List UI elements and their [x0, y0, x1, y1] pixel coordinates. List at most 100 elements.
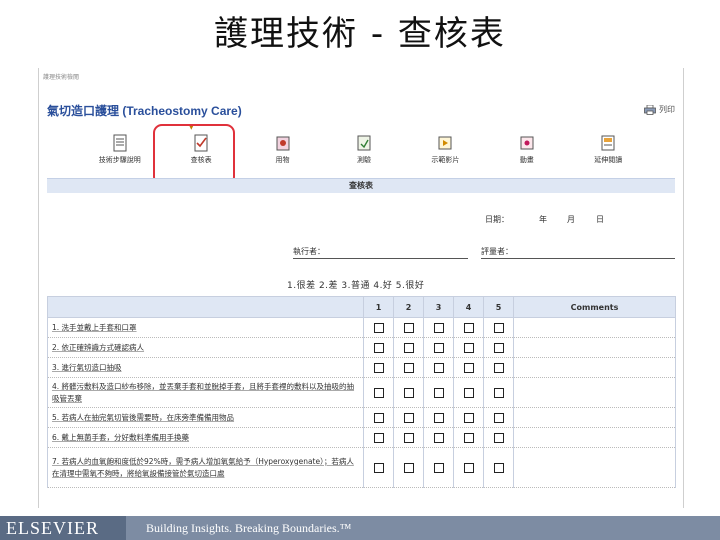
score-checkbox[interactable]	[493, 412, 504, 423]
header-score-3: 3	[423, 296, 454, 318]
score-checkbox[interactable]	[433, 412, 444, 423]
document-icon	[113, 134, 127, 152]
header-score-2: 2	[393, 296, 424, 318]
date-year: 年	[539, 215, 547, 224]
header-score-4: 4	[453, 296, 484, 318]
elsevier-logo: ELSEVIER	[0, 516, 126, 540]
score-checkbox[interactable]	[373, 432, 384, 443]
footer-tagline: Building Insights. Breaking Boundaries.™	[146, 521, 352, 535]
table-row: 1. 洗手並戴上手套和口罩	[47, 317, 676, 338]
table-row: 7. 若病人的血氧飽和度低於92%時，需予病人增加氧氣給予（Hyperoxyge…	[47, 447, 676, 488]
score-checkbox[interactable]	[493, 362, 504, 373]
score-checkbox[interactable]	[373, 412, 384, 423]
score-checkbox[interactable]	[373, 387, 384, 398]
comment-cell[interactable]	[513, 377, 676, 408]
score-checkbox[interactable]	[493, 342, 504, 353]
score-checkbox[interactable]	[463, 342, 474, 353]
table-row: 5. 若病人在抽完氣切管後需要時，在床旁準備備用物品	[47, 407, 676, 428]
score-checkbox[interactable]	[403, 342, 414, 353]
score-checkbox[interactable]	[403, 322, 414, 333]
score-checkbox[interactable]	[493, 322, 504, 333]
score-checkbox[interactable]	[433, 432, 444, 443]
slide-title: 護理技術 - 查核表	[214, 14, 506, 54]
nav-label: 延伸閱讀	[594, 156, 623, 164]
score-checkbox[interactable]	[463, 362, 474, 373]
nav-item-steps[interactable]: 技術步驟說明	[79, 134, 160, 170]
nav-item-quiz[interactable]: 測驗	[323, 134, 404, 170]
score-checkbox[interactable]	[463, 322, 474, 333]
reading-icon	[601, 135, 615, 151]
table-row: 4. 將髒污敷料及造口紗布移除，並丟棄手套和並脫掉手套，且將手套裡的敷料以及抽吸…	[47, 377, 676, 408]
score-checkbox[interactable]	[433, 387, 444, 398]
section-header: 查核表	[47, 178, 675, 193]
score-checkbox[interactable]	[373, 362, 384, 373]
score-checkbox[interactable]	[373, 342, 384, 353]
step-text: 2. 依正確辨識方式確認病人	[52, 342, 145, 352]
rating-scale-note: 1.很差 2.差 3.普通 4.好 5.很好	[287, 281, 425, 291]
nav-item-video[interactable]: 示範影片	[405, 134, 486, 170]
nav-label: 動畫	[519, 156, 534, 164]
header-comments: Comments	[513, 296, 676, 318]
nav-item-reading[interactable]: 延伸閱讀	[568, 134, 649, 170]
score-checkbox[interactable]	[463, 432, 474, 443]
score-checkbox[interactable]	[493, 387, 504, 398]
step-text: 6. 戴上無菌手套，分好敷料準備用手換藥	[52, 432, 190, 442]
step-text: 7. 若病人的血氧飽和度低於92%時，需予病人增加氧氣給予（Hyperoxyge…	[52, 456, 354, 478]
score-checkbox[interactable]	[493, 432, 504, 443]
nav-label: 測驗	[356, 156, 371, 164]
score-checkbox[interactable]	[403, 412, 414, 423]
score-checkbox[interactable]	[373, 462, 384, 473]
supplies-icon	[276, 136, 290, 151]
score-checkbox[interactable]	[373, 322, 384, 333]
performer-label: 執行者：	[293, 247, 325, 256]
step-text: 5. 若病人在抽完氣切管後需要時，在床旁準備備用物品	[52, 412, 235, 422]
step-text: 4. 將髒污敷料及造口紗布移除，並丟棄手套和並脫掉手套，且將手套裡的敷料以及抽吸…	[52, 381, 355, 403]
score-checkbox[interactable]	[433, 462, 444, 473]
nav-label: 技術步驟說明	[98, 156, 141, 164]
active-nav-highlight	[153, 124, 235, 186]
printer-icon	[644, 104, 656, 115]
comment-cell[interactable]	[513, 447, 676, 488]
score-checkbox[interactable]	[463, 462, 474, 473]
score-checkbox[interactable]	[433, 342, 444, 353]
evaluator-field[interactable]	[481, 258, 675, 259]
score-checkbox[interactable]	[463, 387, 474, 398]
nav-item-animation[interactable]: 動畫	[486, 134, 567, 170]
comment-cell[interactable]	[513, 407, 676, 428]
nav-item-supplies[interactable]: 用物	[242, 134, 323, 170]
header-item	[47, 296, 364, 318]
animation-icon	[520, 136, 534, 150]
score-checkbox[interactable]	[403, 462, 414, 473]
score-checkbox[interactable]	[433, 362, 444, 373]
score-checkbox[interactable]	[403, 432, 414, 443]
table-row: 3. 進行氣切造口抽吸	[47, 357, 676, 378]
score-checkbox[interactable]	[403, 387, 414, 398]
print-button[interactable]: 列印	[644, 104, 675, 115]
quiz-icon	[357, 135, 371, 151]
table-row: 6. 戴上無菌手套，分好敷料準備用手換藥	[47, 427, 676, 448]
score-checkbox[interactable]	[433, 322, 444, 333]
step-text: 1. 洗手並戴上手套和口罩	[52, 322, 137, 332]
comment-cell[interactable]	[513, 357, 676, 378]
score-checkbox[interactable]	[403, 362, 414, 373]
comment-cell[interactable]	[513, 337, 676, 358]
header-score-5: 5	[483, 296, 514, 318]
comment-cell[interactable]	[513, 317, 676, 338]
breadcrumb[interactable]: 護理技術檢閱	[43, 72, 79, 81]
performer-field[interactable]	[293, 258, 468, 259]
nav-label: 示範影片	[431, 156, 460, 164]
page-title: 氣切造口護理 (Tracheostomy Care)	[47, 104, 242, 118]
date-label: 日期：	[485, 215, 509, 224]
table-header-row: 1 2 3 4 5 Comments	[47, 296, 676, 318]
step-text: 3. 進行氣切造口抽吸	[52, 362, 122, 372]
score-checkbox[interactable]	[493, 462, 504, 473]
screenshot-panel: 護理技術檢閱 氣切造口護理 (Tracheostomy Care) 列印 ▼ 技…	[38, 68, 684, 508]
comment-cell[interactable]	[513, 427, 676, 448]
header-score-1: 1	[363, 296, 394, 318]
nav-label: 用物	[275, 156, 290, 164]
video-icon	[438, 136, 452, 150]
print-label: 列印	[659, 105, 675, 114]
table-row: 2. 依正確辨識方式確認病人	[47, 337, 676, 358]
score-checkbox[interactable]	[463, 412, 474, 423]
evaluator-label: 評量者：	[481, 247, 513, 256]
